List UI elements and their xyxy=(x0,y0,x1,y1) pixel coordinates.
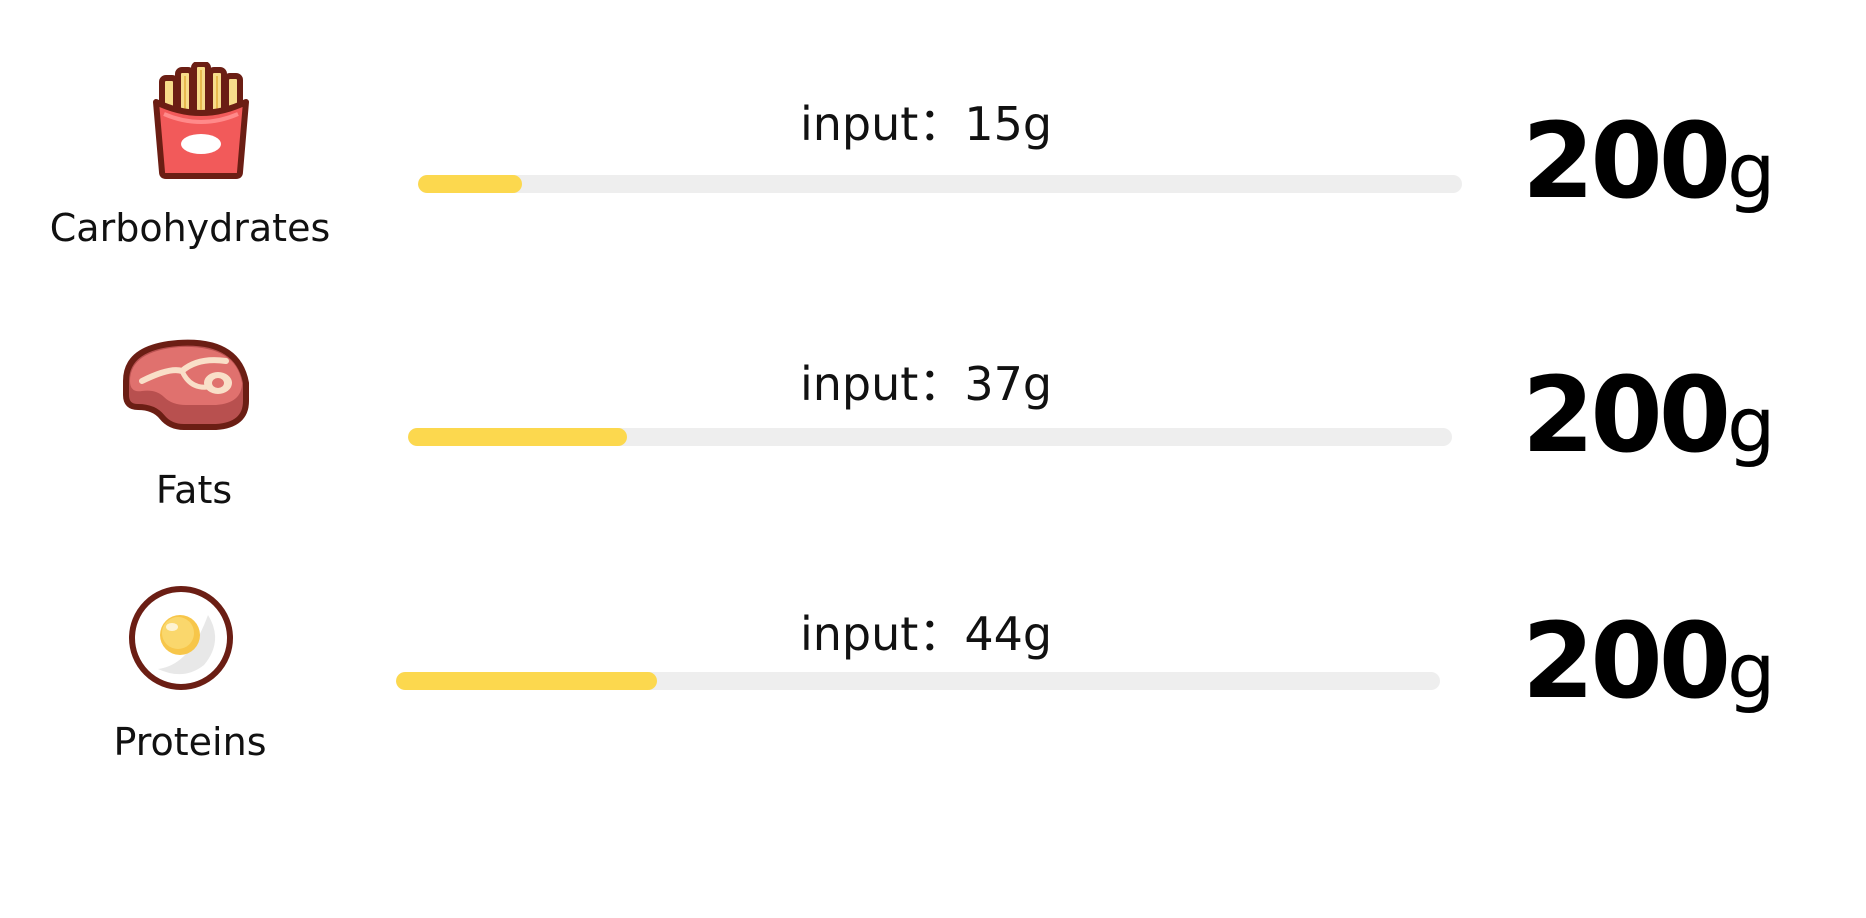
target-number: 200 xyxy=(1522,354,1731,476)
progress-fill-fats xyxy=(408,428,628,446)
target-number: 200 xyxy=(1522,600,1731,722)
progress-bar-carbohydrates xyxy=(418,175,1462,193)
target-amount-carbohydrates: 200g xyxy=(1522,100,1775,222)
target-amount-proteins: 200g xyxy=(1522,600,1775,722)
fries-icon xyxy=(153,62,249,179)
target-amount-fats: 200g xyxy=(1522,354,1775,476)
progress-fill-proteins xyxy=(396,672,657,690)
input-value-proteins: input：44g xyxy=(800,607,1053,661)
progress-bar-proteins xyxy=(396,672,1440,690)
progress-fill-carbohydrates xyxy=(418,175,523,193)
target-unit: g xyxy=(1727,626,1776,715)
target-unit: g xyxy=(1727,380,1776,469)
target-number: 200 xyxy=(1522,100,1731,222)
nutrient-label-carbohydrates: Carbohydrates xyxy=(49,206,331,250)
target-unit: g xyxy=(1727,126,1776,215)
progress-bar-fats xyxy=(408,428,1452,446)
nutrient-label-fats: Fats xyxy=(155,468,233,512)
input-value-carbohydrates: input：15g xyxy=(800,97,1053,151)
steak-icon xyxy=(123,339,249,430)
input-value-fats: input：37g xyxy=(800,357,1053,411)
fried-egg-icon xyxy=(129,586,233,690)
nutrient-label-proteins: Proteins xyxy=(113,720,267,764)
